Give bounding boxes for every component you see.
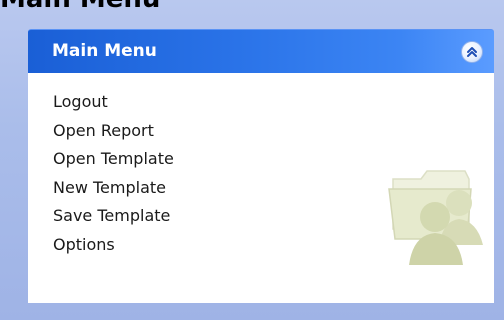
menu-item-save-template[interactable]: Save Template	[53, 202, 174, 231]
menu-item-options[interactable]: Options	[53, 231, 174, 260]
panel-body: Logout Open Report Open Template New Tem…	[28, 73, 494, 303]
folder-users-icon	[388, 170, 483, 265]
panel-title: Main Menu	[52, 41, 157, 61]
main-menu-panel: Main Menu Logout Open Report Open Templa…	[28, 29, 494, 303]
menu-item-open-template[interactable]: Open Template	[53, 145, 174, 174]
menu-item-logout[interactable]: Logout	[53, 88, 174, 117]
menu-item-open-report[interactable]: Open Report	[53, 117, 174, 146]
panel-header[interactable]: Main Menu	[28, 29, 494, 73]
menu-list: Logout Open Report Open Template New Tem…	[53, 88, 174, 259]
menu-item-new-template[interactable]: New Template	[53, 174, 174, 203]
double-chevron-up-icon	[467, 47, 477, 57]
collapse-button[interactable]	[461, 41, 483, 63]
page-title: Main Menu	[0, 0, 160, 12]
